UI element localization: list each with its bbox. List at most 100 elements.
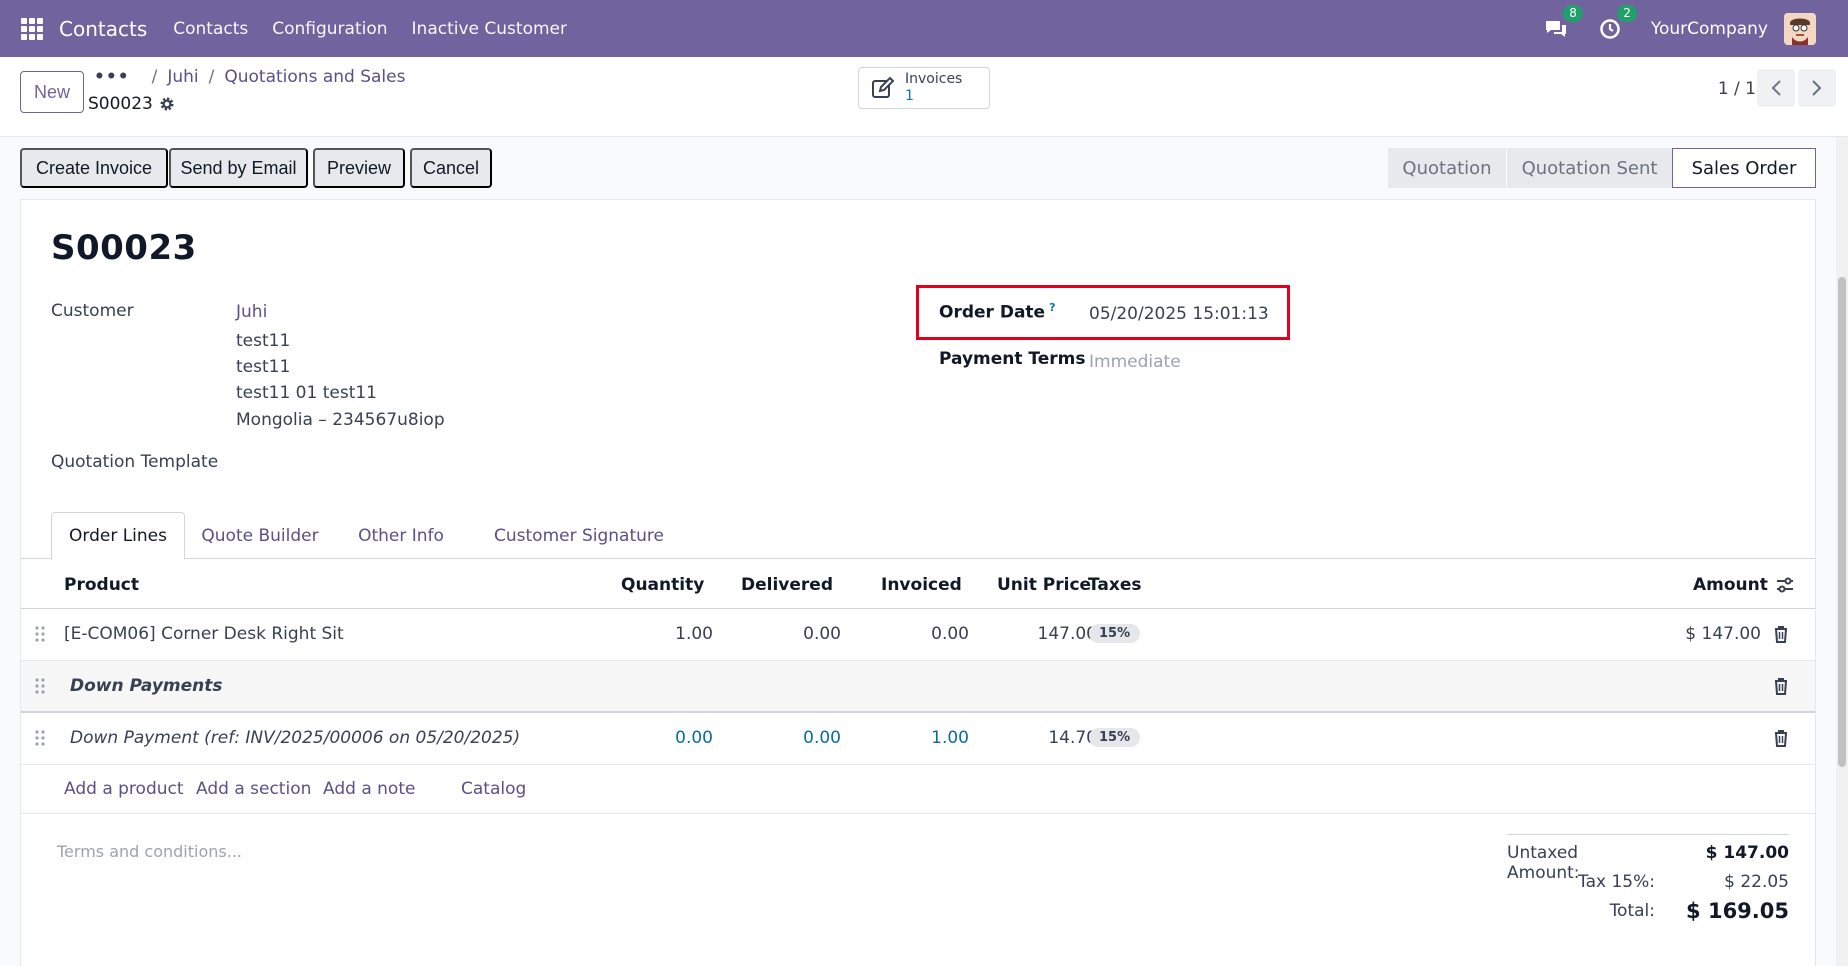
add-product-link[interactable]: Add a product (64, 779, 184, 799)
tax-badge[interactable]: 15% (1089, 728, 1141, 747)
section-name[interactable]: Down Payments (70, 676, 223, 696)
table-header: Product Quantity Delivered Invoiced Unit… (21, 560, 1815, 609)
breadcrumb-more-icon[interactable]: ••• (94, 67, 130, 87)
optional-columns-icon[interactable] (1775, 576, 1795, 594)
tab-customer-signature[interactable]: Customer Signature (479, 512, 679, 559)
drag-handle-icon[interactable] (35, 626, 45, 642)
catalog-link[interactable]: Catalog (461, 779, 526, 799)
menu-configuration[interactable]: Configuration (272, 19, 387, 39)
help-icon[interactable]: ? (1049, 301, 1055, 314)
line-quantity[interactable]: 1.00 (675, 624, 713, 644)
chevron-left-icon (1771, 80, 1781, 96)
stage-quotation[interactable]: Quotation (1388, 148, 1506, 188)
line-delivered[interactable]: 0.00 (803, 624, 841, 644)
breadcrumb: ••• / Juhi / Quotations and Sales (94, 67, 406, 87)
scrollbar-thumb[interactable] (1838, 277, 1846, 767)
menu-inactive-customer[interactable]: Inactive Customer (412, 19, 567, 39)
messages-count-badge: 8 (1563, 4, 1583, 22)
add-note-link[interactable]: Add a note (323, 779, 415, 799)
tax-badge[interactable]: 15% (1089, 624, 1141, 643)
pager-previous-button[interactable] (1757, 69, 1795, 107)
col-amount[interactable]: Amount (1693, 575, 1768, 595)
breadcrumb-quotations[interactable]: Quotations and Sales (224, 67, 405, 87)
trash-icon[interactable] (1773, 677, 1789, 695)
line-product[interactable]: Down Payment (ref: INV/2025/00006 on 05/… (70, 728, 520, 748)
customer-name-link[interactable]: Juhi (236, 302, 267, 322)
stage-sales-order[interactable]: Sales Order (1672, 148, 1816, 188)
invoices-label: Invoices (905, 71, 963, 87)
user-avatar[interactable] (1784, 12, 1816, 45)
record-name: S00023 (88, 94, 175, 114)
customer-address-line: test11 (236, 331, 291, 351)
tab-quote-builder[interactable]: Quote Builder (195, 512, 325, 559)
pager-value[interactable]: 1 / 1 (1718, 79, 1756, 99)
pager-next-button[interactable] (1798, 69, 1836, 107)
col-quantity[interactable]: Quantity (621, 575, 704, 595)
drag-handle-icon[interactable] (35, 678, 45, 694)
tab-other-info[interactable]: Other Info (349, 512, 453, 559)
chevron-right-icon (1812, 80, 1822, 96)
table-row-section[interactable]: Down Payments (21, 661, 1815, 713)
company-switcher[interactable]: YourCompany (1651, 19, 1768, 39)
create-invoice-button[interactable]: Create Invoice (20, 148, 168, 188)
order-lines-table: Product Quantity Delivered Invoiced Unit… (21, 560, 1815, 814)
col-invoiced[interactable]: Invoiced (881, 575, 962, 595)
tab-order-lines[interactable]: Order Lines (51, 512, 185, 560)
terms-input[interactable]: Terms and conditions... (57, 842, 242, 861)
page-scrollbar[interactable] (1836, 137, 1848, 966)
total-value: $ 169.05 (1686, 899, 1789, 923)
activities-count-badge: 2 (1617, 4, 1637, 22)
col-product[interactable]: Product (64, 575, 139, 595)
quotation-template-label: Quotation Template (51, 452, 219, 472)
tax-label: Tax 15%: (1578, 872, 1655, 892)
chat-icon (1545, 20, 1566, 37)
action-bar: Create Invoice Send by Email Preview Can… (0, 137, 1848, 199)
line-invoiced: 0.00 (931, 624, 969, 644)
line-quantity[interactable]: 0.00 (675, 728, 713, 748)
user-face-icon (1784, 12, 1816, 45)
gear-icon[interactable] (159, 96, 175, 112)
notebook-tabs: Order Lines Quote Builder Other Info Cus… (21, 512, 1815, 560)
trash-icon[interactable] (1773, 625, 1789, 643)
app-grid-icon[interactable] (21, 17, 43, 40)
add-lines-bar: Add a product Add a section Add a note C… (21, 765, 1815, 814)
line-delivered[interactable]: 0.00 (803, 728, 841, 748)
customer-label: Customer (51, 301, 134, 321)
col-taxes[interactable]: Taxes (1088, 575, 1142, 595)
menu-contacts[interactable]: Contacts (173, 19, 248, 39)
drag-handle-icon[interactable] (35, 730, 45, 746)
customer-address-line: test11 01 test11 (236, 383, 377, 403)
new-button[interactable]: New (20, 71, 84, 113)
payment-terms-label: Payment Terms (939, 349, 1086, 369)
order-date-label: Order Date? (939, 301, 1056, 323)
invoices-count: 1 (905, 88, 914, 104)
table-row[interactable]: [E-COM06] Corner Desk Right Sit 1.00 0.0… (21, 609, 1815, 661)
record-name-text: S00023 (88, 94, 153, 114)
control-panel: New ••• / Juhi / Quotations and Sales S0… (0, 57, 1848, 137)
messages-button[interactable]: 8 (1543, 4, 1583, 42)
breadcrumb-juhi[interactable]: Juhi (167, 67, 198, 87)
line-invoiced: 1.00 (931, 728, 969, 748)
form-sheet: S00023 Customer Juhi test11 test11 test1… (20, 199, 1816, 966)
clock-icon (1600, 18, 1620, 39)
customer-address-line: Mongolia – 234567u8iop (236, 410, 445, 430)
stage-quotation-sent[interactable]: Quotation Sent (1506, 148, 1672, 188)
totals-summary: Untaxed Amount: $ 147.00 Tax 15%: $ 22.0… (1507, 834, 1789, 923)
col-unit-price[interactable]: Unit Price (997, 575, 1091, 595)
trash-icon[interactable] (1773, 729, 1789, 747)
send-by-email-button[interactable]: Send by Email (169, 148, 308, 188)
app-name[interactable]: Contacts (59, 17, 147, 41)
payment-terms-field[interactable]: Immediate (1089, 352, 1181, 372)
untaxed-amount-value: $ 147.00 (1705, 843, 1789, 863)
invoices-smart-button[interactable]: Invoices 1 (858, 67, 990, 109)
edit-invoice-icon (872, 77, 895, 98)
col-delivered[interactable]: Delivered (741, 575, 833, 595)
activities-button[interactable]: 2 (1597, 4, 1637, 42)
order-date-field[interactable]: 05/20/2025 15:01:13 (1089, 304, 1269, 324)
cancel-button[interactable]: Cancel (410, 148, 492, 188)
add-section-link[interactable]: Add a section (196, 779, 311, 799)
top-navbar: Contacts Contacts Configuration Inactive… (0, 0, 1848, 57)
line-product[interactable]: [E-COM06] Corner Desk Right Sit (64, 624, 344, 644)
preview-button[interactable]: Preview (313, 148, 405, 188)
table-row[interactable]: Down Payment (ref: INV/2025/00006 on 05/… (21, 713, 1815, 765)
